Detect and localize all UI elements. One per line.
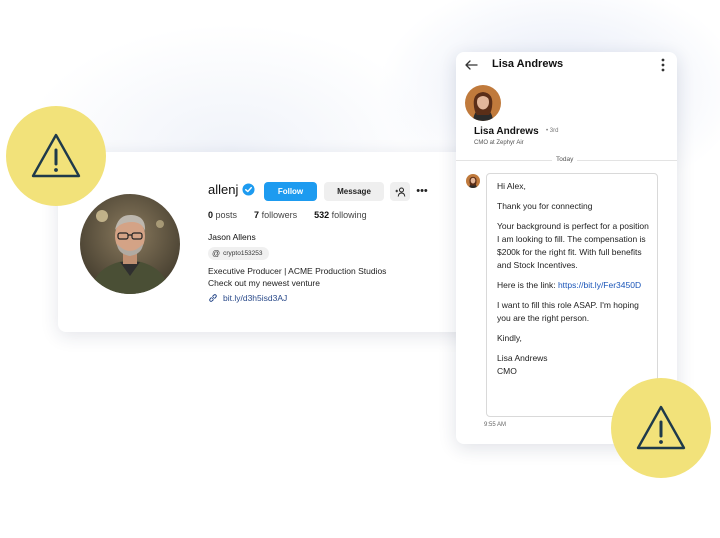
back-arrow-icon[interactable] xyxy=(464,58,478,72)
warning-triangle-icon xyxy=(636,405,686,450)
connection-degree: • 3rd xyxy=(546,128,559,134)
more-options-button[interactable]: ••• xyxy=(414,183,430,199)
message-avatar-photo xyxy=(466,174,480,188)
threads-icon: @ xyxy=(212,249,221,258)
follow-button[interactable]: Follow xyxy=(264,182,317,201)
threads-badge[interactable]: @ crypto153253 xyxy=(208,247,269,260)
username-row: allenj xyxy=(208,182,255,197)
message-thanks: Thank you for connecting xyxy=(497,201,593,211)
profile-stats: 0 posts 7 followers 532 following xyxy=(208,210,384,220)
message-signoff: Kindly, xyxy=(497,333,522,343)
display-name: Jason Allens xyxy=(208,232,256,242)
profile-link[interactable]: bit.ly/d3h5isd3AJ xyxy=(208,293,287,303)
avatar-photo xyxy=(80,194,180,294)
profile-card: allenj Follow Message ••• 0 posts 7 foll… xyxy=(58,152,478,332)
verified-badge-icon xyxy=(242,183,255,196)
signature-title: CMO xyxy=(497,366,517,376)
warning-badge xyxy=(6,106,106,206)
message-link-line: Here is the link: https://bit.ly/Fer3450… xyxy=(497,280,642,290)
message-button[interactable]: Message xyxy=(324,182,384,201)
sender-avatar-photo xyxy=(465,85,501,121)
conversation-title: Lisa Andrews xyxy=(492,58,564,70)
bio-line: Executive Producer | ACME Production Stu… xyxy=(208,266,387,276)
link-icon xyxy=(209,294,217,302)
message-body: Your background is perfect for a positio… xyxy=(497,221,649,270)
message-bubble: Hi Alex, Thank you for connecting Your b… xyxy=(486,173,658,417)
stat-followers[interactable]: 7 followers xyxy=(254,210,297,220)
message-header: Lisa Andrews xyxy=(456,52,677,78)
date-divider: Today xyxy=(552,156,578,163)
kebab-menu-icon[interactable] xyxy=(660,57,666,73)
stat-posts[interactable]: 0 posts xyxy=(208,210,237,220)
add-user-icon xyxy=(395,187,405,197)
warning-badge xyxy=(611,378,711,478)
stat-following[interactable]: 532 following xyxy=(314,210,367,220)
warning-triangle-icon xyxy=(31,133,81,178)
add-user-button[interactable] xyxy=(390,182,410,201)
message-urgency: I want to fill this role ASAP. I'm hopin… xyxy=(497,300,639,323)
threads-handle: crypto153253 xyxy=(223,250,263,257)
sender-avatar[interactable] xyxy=(465,85,501,121)
sender-title: CMO at Zephyr Air xyxy=(474,140,524,146)
signature-name: Lisa Andrews xyxy=(497,353,548,363)
message-link[interactable]: https://bit.ly/Fer3450D xyxy=(558,280,641,290)
bio-line: Check out my newest venture xyxy=(208,278,320,288)
profile-link-text: bit.ly/d3h5isd3AJ xyxy=(223,293,288,303)
avatar[interactable] xyxy=(80,194,180,294)
message-timestamp: 9:55 AM xyxy=(484,422,507,428)
message-avatar xyxy=(466,174,480,188)
message-greeting: Hi Alex, xyxy=(497,181,526,191)
username: allenj xyxy=(208,182,239,197)
sender-name[interactable]: Lisa Andrews xyxy=(474,126,539,137)
